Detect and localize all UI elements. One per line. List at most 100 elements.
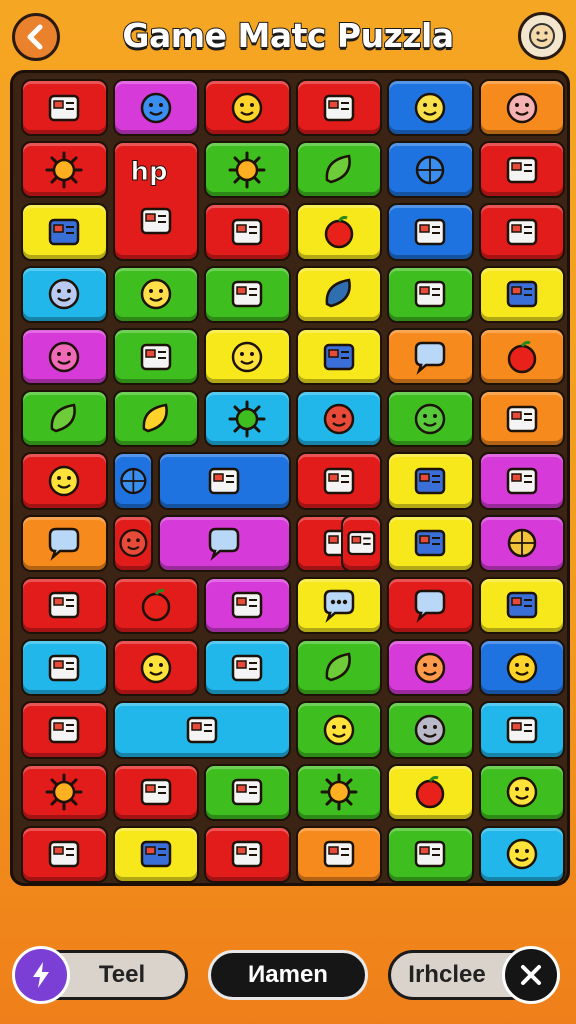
puzzle-tile[interactable]	[295, 327, 382, 386]
puzzle-tile[interactable]	[204, 390, 291, 448]
puzzle-tile[interactable]	[21, 701, 108, 759]
puzzle-tile[interactable]	[204, 327, 291, 386]
paper-icon	[323, 467, 354, 495]
puzzle-tile[interactable]	[387, 327, 474, 386]
puzzle-tile[interactable]	[158, 452, 291, 510]
puzzle-tile[interactable]	[204, 79, 291, 137]
puzzle-tile[interactable]	[204, 141, 291, 199]
puzzle-tile[interactable]	[204, 576, 291, 635]
puzzle-tile[interactable]	[204, 639, 291, 697]
puzzle-tile[interactable]	[204, 825, 291, 883]
puzzle-tile[interactable]	[21, 825, 108, 883]
pig-face-icon	[506, 92, 537, 123]
puzzle-tile[interactable]	[478, 701, 565, 759]
puzzle-tile[interactable]	[478, 265, 565, 323]
puzzle-tile[interactable]	[295, 825, 382, 883]
puzzle-tile[interactable]	[112, 763, 199, 821]
puzzle-tile[interactable]	[112, 390, 199, 448]
puzzle-tile[interactable]	[295, 390, 382, 448]
puzzle-tile[interactable]	[21, 79, 108, 137]
puzzle-tile[interactable]	[112, 265, 199, 323]
puzzle-tile[interactable]	[295, 576, 382, 635]
puzzle-tile[interactable]	[295, 141, 382, 199]
basket-icon	[415, 467, 446, 495]
puzzle-tile[interactable]	[387, 390, 474, 448]
puzzle-tile[interactable]	[21, 452, 108, 510]
puzzle-tile[interactable]	[21, 203, 108, 261]
back-button[interactable]	[12, 13, 60, 61]
puzzle-tile[interactable]	[295, 763, 382, 821]
puzzle-tile[interactable]	[21, 390, 108, 448]
puzzle-tile[interactable]	[478, 203, 565, 261]
cheese-face-icon	[415, 92, 446, 123]
puzzle-tile[interactable]	[478, 141, 565, 199]
teel-label: Teel	[98, 961, 146, 988]
puzzle-tile[interactable]	[295, 203, 382, 261]
puzzle-tile[interactable]	[112, 576, 199, 635]
puzzle-tile[interactable]	[295, 701, 382, 759]
puzzle-tile[interactable]	[387, 701, 474, 759]
puzzle-tile[interactable]	[478, 825, 565, 883]
namen-button[interactable]: Иamen	[208, 950, 368, 1000]
puzzle-tile[interactable]	[387, 639, 474, 697]
puzzle-tile[interactable]	[204, 265, 291, 323]
puzzle-tile[interactable]	[478, 576, 565, 635]
puzzle-tile[interactable]	[112, 452, 154, 510]
flower-icon	[320, 773, 358, 811]
bug-face-icon	[118, 529, 147, 558]
puzzle-tile[interactable]	[21, 514, 108, 572]
puzzle-tile[interactable]	[21, 763, 108, 821]
puzzle-tile[interactable]	[112, 327, 199, 386]
puzzle-tile[interactable]	[112, 701, 291, 759]
pizza-icon	[347, 531, 376, 556]
power-up-button[interactable]	[12, 946, 70, 1004]
puzzle-tile[interactable]	[112, 79, 199, 137]
puzzle-tile[interactable]	[295, 79, 382, 137]
puzzle-tile[interactable]	[21, 639, 108, 697]
chat-splash-icon	[49, 527, 80, 562]
puzzle-tile[interactable]	[204, 763, 291, 821]
puzzle-tile[interactable]	[387, 79, 474, 137]
puzzle-tile[interactable]	[478, 327, 565, 386]
faces-icon	[49, 465, 80, 497]
chat-face-icon	[415, 714, 446, 746]
puzzle-tile[interactable]	[387, 452, 474, 510]
irhclee-label: Irhclee	[408, 961, 486, 988]
rope-icon	[209, 467, 240, 495]
puzzle-tile[interactable]	[478, 763, 565, 821]
tape-icon	[415, 281, 446, 308]
puzzle-tile[interactable]	[21, 576, 108, 635]
puzzle-tile[interactable]	[112, 639, 199, 697]
puzzle-tile[interactable]	[295, 452, 382, 510]
fish-icon	[140, 841, 171, 868]
puzzle-tile[interactable]	[204, 203, 291, 261]
puzzle-tile[interactable]	[387, 265, 474, 323]
puzzle-tile[interactable]	[478, 514, 565, 572]
puzzle-tile[interactable]	[112, 514, 154, 572]
puzzle-tile[interactable]	[21, 265, 108, 323]
puzzle-tile[interactable]	[387, 514, 474, 572]
radio-icon	[49, 94, 80, 121]
puzzle-tile[interactable]: hp	[112, 141, 199, 261]
puzzle-tile[interactable]	[295, 639, 382, 697]
puzzle-tile[interactable]	[387, 825, 474, 883]
pink-face-icon	[49, 341, 80, 372]
puzzle-tile[interactable]	[158, 514, 291, 572]
plant-jar-icon	[232, 778, 263, 806]
puzzle-tile[interactable]	[112, 825, 199, 883]
puzzle-tile[interactable]	[387, 576, 474, 635]
puzzle-tile[interactable]	[387, 141, 474, 199]
puzzle-tile[interactable]	[478, 390, 565, 448]
bag-icon	[49, 218, 80, 246]
puzzle-tile[interactable]	[387, 203, 474, 261]
puzzle-tile[interactable]	[21, 141, 108, 199]
puzzle-tile[interactable]	[478, 639, 565, 697]
close-button[interactable]	[502, 946, 560, 1004]
profile-button[interactable]	[518, 12, 566, 60]
puzzle-tile[interactable]	[478, 452, 565, 510]
puzzle-tile[interactable]	[387, 763, 474, 821]
puzzle-tile[interactable]	[341, 514, 382, 572]
puzzle-tile[interactable]	[295, 265, 382, 323]
puzzle-tile[interactable]	[478, 79, 565, 137]
puzzle-tile[interactable]	[21, 327, 108, 386]
